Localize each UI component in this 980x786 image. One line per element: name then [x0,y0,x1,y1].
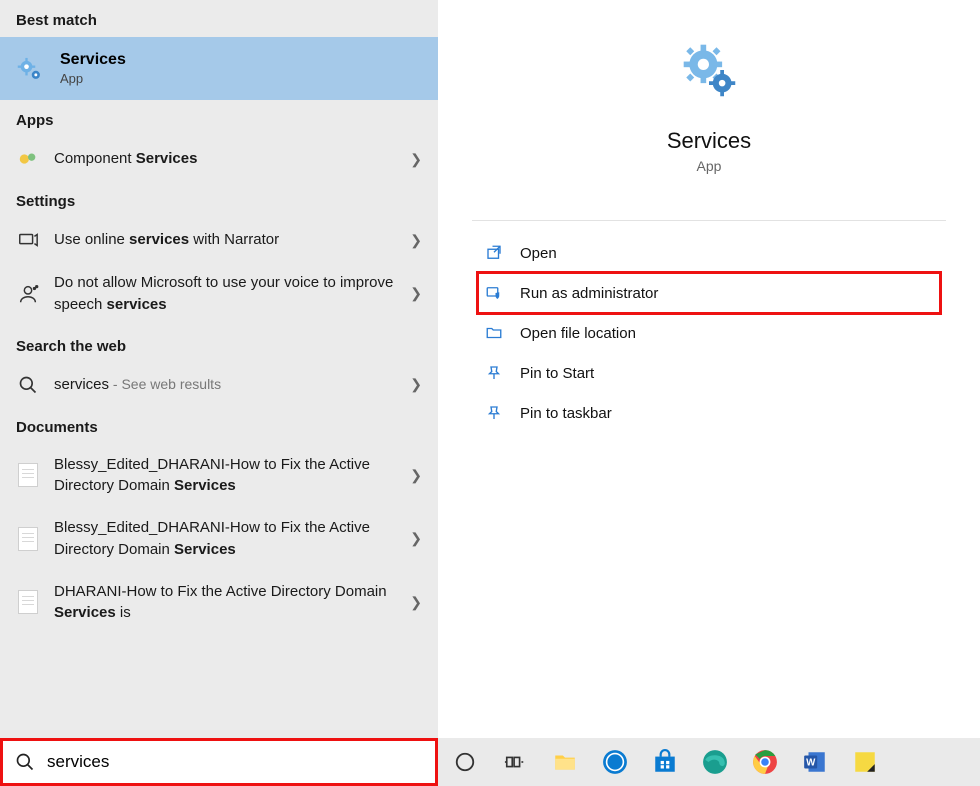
narrator-icon [16,228,40,252]
document-item[interactable]: DHARANI-How to Fix the Active Directory … [0,571,438,635]
app-subtitle: App [697,158,722,174]
search-icon [15,752,35,772]
chevron-right-icon: ❯ [410,530,422,547]
document-icon [16,590,40,614]
taskbar-task-view-icon[interactable] [498,745,532,779]
taskbar-chrome-icon[interactable] [748,745,782,779]
search-input[interactable] [47,752,423,772]
action-label: Open [520,245,557,262]
settings-item-speech[interactable]: Do not allow Microsoft to use your voice… [0,262,438,326]
chevron-right-icon: ❯ [410,285,422,302]
chevron-right-icon: ❯ [410,376,422,393]
section-documents: Documents [0,407,438,444]
taskbar: W [438,738,980,786]
action-label: Run as administrator [520,285,658,302]
gears-icon [16,55,44,83]
action-open-file-location[interactable]: Open file location [478,313,940,353]
gears-icon [679,40,739,100]
search-bar[interactable] [0,738,438,786]
taskbar-word-icon[interactable]: W [798,745,832,779]
chevron-right-icon: ❯ [410,594,422,611]
app-title: Services [667,128,751,154]
section-best-match: Best match [0,0,438,37]
apps-item-component-services[interactable]: Component Services ❯ [0,137,438,181]
best-match-title: Services [60,51,126,69]
svg-text:W: W [806,757,816,768]
pin-icon [484,363,504,383]
details-pane: Services App Open Run as administrator O… [438,0,980,786]
section-search-web: Search the web [0,326,438,363]
document-item-label: DHARANI-How to Fix the Active Directory … [54,581,396,625]
document-item-label: Blessy_Edited_DHARANI-How to Fix the Act… [54,517,396,561]
pin-icon [484,403,504,423]
chevron-right-icon: ❯ [410,232,422,249]
action-pin-to-taskbar[interactable]: Pin to taskbar [478,393,940,433]
taskbar-dell-icon[interactable] [598,745,632,779]
component-services-icon [16,147,40,171]
open-icon [484,243,504,263]
taskbar-edge-icon[interactable] [698,745,732,779]
action-open[interactable]: Open [478,233,940,273]
settings-item-narrator[interactable]: Use online services with Narrator ❯ [0,218,438,262]
best-match-subtitle: App [60,71,126,86]
search-results-pane: Best match Services App Apps Component S… [0,0,438,786]
action-run-as-administrator[interactable]: Run as administrator [478,273,940,313]
divider [472,220,946,221]
admin-shield-icon [484,283,504,303]
action-label: Pin to Start [520,365,594,382]
best-match-item-services[interactable]: Services App [0,37,438,100]
taskbar-file-explorer-icon[interactable] [548,745,582,779]
web-result-label: services - See web results [54,374,396,396]
document-item[interactable]: Blessy_Edited_DHARANI-How to Fix the Act… [0,507,438,571]
settings-item-label: Use online services with Narrator [54,229,396,251]
taskbar-store-icon[interactable] [648,745,682,779]
action-label: Open file location [520,325,636,342]
action-pin-to-start[interactable]: Pin to Start [478,353,940,393]
chevron-right-icon: ❯ [410,151,422,168]
chevron-right-icon: ❯ [410,467,422,484]
taskbar-sticky-notes-icon[interactable] [848,745,882,779]
document-item[interactable]: Blessy_Edited_DHARANI-How to Fix the Act… [0,444,438,508]
folder-icon [484,323,504,343]
section-settings: Settings [0,181,438,218]
speech-icon [16,282,40,306]
apps-item-label: Component Services [54,148,396,170]
document-item-label: Blessy_Edited_DHARANI-How to Fix the Act… [54,454,396,498]
web-result-services[interactable]: services - See web results ❯ [0,363,438,407]
document-icon [16,527,40,551]
taskbar-cortana-icon[interactable] [448,745,482,779]
settings-item-label: Do not allow Microsoft to use your voice… [54,272,396,316]
action-label: Pin to taskbar [520,405,612,422]
search-icon [16,373,40,397]
document-icon [16,463,40,487]
section-apps: Apps [0,100,438,137]
